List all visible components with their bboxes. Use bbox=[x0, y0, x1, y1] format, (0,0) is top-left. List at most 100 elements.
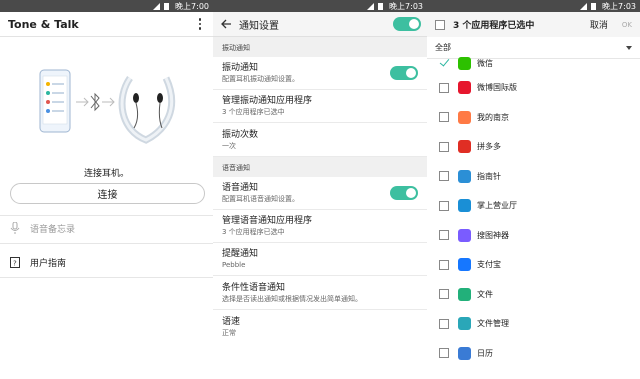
manage-vibration-apps-setting[interactable]: 管理振动通知应用程序 3 个应用程序已选中 bbox=[213, 90, 427, 123]
setting-title: 振动次数 bbox=[222, 129, 259, 140]
divider bbox=[0, 277, 213, 278]
app-name: 指南针 bbox=[477, 171, 501, 181]
app-selection-panel: 晚上7:03 3 个应用程序已选中 取消 OK 全部 微信 微博国际版 我的南京 拼多… bbox=[427, 0, 640, 379]
cancel-button[interactable]: 取消 bbox=[590, 18, 608, 31]
setting-subtitle: 正常 bbox=[222, 328, 236, 337]
connect-prompt: 连接耳机。 bbox=[83, 169, 129, 179]
vibration-toggle[interactable] bbox=[390, 66, 418, 80]
vibration-notification-setting[interactable]: 振动通知 配置耳机振动通知设置。 bbox=[213, 57, 427, 90]
app-row[interactable]: 搜图神器 bbox=[427, 221, 640, 251]
app-row[interactable]: 文件管理 bbox=[427, 309, 640, 339]
app-row[interactable]: 我的南京 bbox=[427, 103, 640, 133]
status-bar: 晚上7:03 bbox=[427, 0, 640, 12]
app-row[interactable]: 拼多多 bbox=[427, 132, 640, 162]
app-title: Tone & Talk bbox=[8, 17, 79, 31]
status-time: 晚上7:00 bbox=[175, 1, 209, 11]
app-checkbox[interactable] bbox=[439, 171, 449, 182]
voice-memo-label: 语音备忘录 bbox=[30, 224, 76, 235]
app-name: 拼多多 bbox=[477, 142, 501, 152]
setting-title: 振动通知 bbox=[222, 63, 259, 73]
checked-checkbox[interactable] bbox=[439, 58, 449, 68]
status-time: 晚上7:03 bbox=[389, 1, 423, 11]
voice-memo-row[interactable]: 语音备忘录 bbox=[0, 218, 213, 238]
section-header-vibration: 振动通知 bbox=[213, 37, 427, 57]
reminder-notification-setting[interactable]: 提醒通知 Pebble bbox=[213, 243, 427, 276]
app-checkbox[interactable] bbox=[439, 141, 449, 152]
app-row[interactable]: 支付宝 bbox=[427, 250, 640, 280]
signal-icon bbox=[367, 2, 375, 10]
calendar-icon bbox=[458, 346, 471, 360]
select-all-checkbox[interactable] bbox=[435, 19, 445, 30]
app-name: 日历 bbox=[477, 348, 493, 358]
my-nanjing-icon bbox=[458, 110, 471, 124]
battery-icon bbox=[163, 2, 170, 10]
back-arrow-icon[interactable] bbox=[219, 17, 233, 31]
setting-subtitle: 一次 bbox=[222, 141, 236, 150]
setting-title: 管理语音通知应用程序 bbox=[222, 216, 313, 226]
compass-icon bbox=[458, 169, 471, 183]
selection-count-title: 3 个应用程序已选中 bbox=[453, 21, 535, 31]
voice-notification-setting[interactable]: 语音通知 配置耳机语音通知设置。 bbox=[213, 177, 427, 210]
selection-header: 3 个应用程序已选中 取消 OK bbox=[427, 12, 640, 37]
image-search-icon bbox=[458, 228, 471, 242]
user-guide-label: 用户指南 bbox=[30, 258, 67, 269]
notification-master-toggle[interactable] bbox=[393, 17, 421, 31]
app-row[interactable]: 掌上营业厅 bbox=[427, 191, 640, 221]
settings-header: 通知设置 bbox=[213, 12, 427, 37]
divider bbox=[0, 243, 213, 244]
app-name: 支付宝 bbox=[477, 260, 501, 270]
alipay-icon bbox=[458, 258, 471, 272]
section-header-voice: 语音通知 bbox=[213, 157, 427, 177]
setting-title: 提醒通知 bbox=[222, 249, 259, 259]
app-list: 微信 微博国际版我的南京拼多多指南针掌上营业厅 搜图神器支付宝文件文件管理日历 bbox=[427, 53, 640, 368]
app-row[interactable]: 微信 bbox=[427, 53, 640, 73]
wechat-icon bbox=[458, 56, 471, 70]
conditional-voice-setting[interactable]: 条件性语音通知 选择是否读出通知或根据情况发出简单通知。 bbox=[213, 276, 427, 310]
app-checkbox[interactable] bbox=[439, 289, 449, 300]
app-checkbox[interactable] bbox=[439, 259, 449, 270]
microphone-hand-icon bbox=[9, 222, 21, 234]
setting-title: 条件性语音通知 bbox=[222, 282, 286, 293]
setting-subtitle: 选择是否读出通知或根据情况发出简单通知。 bbox=[222, 294, 362, 303]
speech-rate-setting[interactable]: 语速 正常 bbox=[213, 310, 427, 343]
notification-settings-panel: 晚上7:03 通知设置 振动通知 振动通知 配置耳机振动通知设置。 管理振动通知… bbox=[213, 0, 427, 379]
app-checkbox[interactable] bbox=[439, 200, 449, 211]
voice-toggle[interactable] bbox=[390, 186, 418, 200]
app-name: 文件管理 bbox=[477, 319, 509, 329]
divider bbox=[0, 215, 213, 216]
app-row[interactable]: 日历 bbox=[427, 339, 640, 369]
chevron-down-icon bbox=[626, 45, 632, 50]
app-checkbox[interactable] bbox=[439, 318, 449, 329]
setting-subtitle: 配置耳机振动通知设置。 bbox=[222, 75, 299, 83]
setting-title: 语速 bbox=[222, 316, 241, 327]
app-name: 我的南京 bbox=[477, 112, 509, 122]
app-checkbox[interactable] bbox=[439, 112, 449, 123]
app-row[interactable]: 指南针 bbox=[427, 162, 640, 192]
headset-connection-illustration bbox=[39, 69, 176, 144]
manage-voice-apps-setting[interactable]: 管理语音通知应用程序 3 个应用程序已选中 bbox=[213, 210, 427, 243]
user-guide-row[interactable]: ? 用户指南 bbox=[0, 252, 213, 272]
setting-title: 管理振动通知应用程序 bbox=[222, 96, 313, 106]
ok-button[interactable]: OK bbox=[622, 21, 632, 29]
overflow-menu-icon[interactable] bbox=[195, 18, 205, 30]
tone-talk-home-panel: 晚上7:00 Tone & Talk 连接耳机。 连接 语音备忘录 ? 用户指南 bbox=[0, 0, 213, 379]
battery-icon bbox=[590, 2, 597, 10]
setting-subtitle: 3 个应用程序已选中 bbox=[222, 108, 285, 116]
status-bar: 晚上7:00 bbox=[0, 0, 213, 12]
app-row[interactable]: 微博国际版 bbox=[427, 73, 640, 103]
connect-button[interactable]: 连接 bbox=[10, 183, 205, 204]
signal-icon bbox=[153, 2, 161, 10]
app-row[interactable]: 文件 bbox=[427, 280, 640, 310]
files-icon bbox=[458, 287, 471, 301]
app-checkbox[interactable] bbox=[439, 82, 449, 93]
vibration-count-setting[interactable]: 振动次数 一次 bbox=[213, 123, 427, 157]
help-book-icon: ? bbox=[9, 256, 21, 268]
svg-text:?: ? bbox=[13, 259, 17, 267]
app-checkbox[interactable] bbox=[439, 230, 449, 241]
status-bar: 晚上7:03 bbox=[213, 0, 427, 12]
app-checkbox[interactable] bbox=[439, 348, 449, 359]
app-name: 文件 bbox=[477, 289, 493, 299]
file-manager-icon bbox=[458, 317, 471, 331]
setting-subtitle: 配置耳机语音通知设置。 bbox=[222, 195, 299, 203]
signal-icon bbox=[580, 2, 588, 10]
